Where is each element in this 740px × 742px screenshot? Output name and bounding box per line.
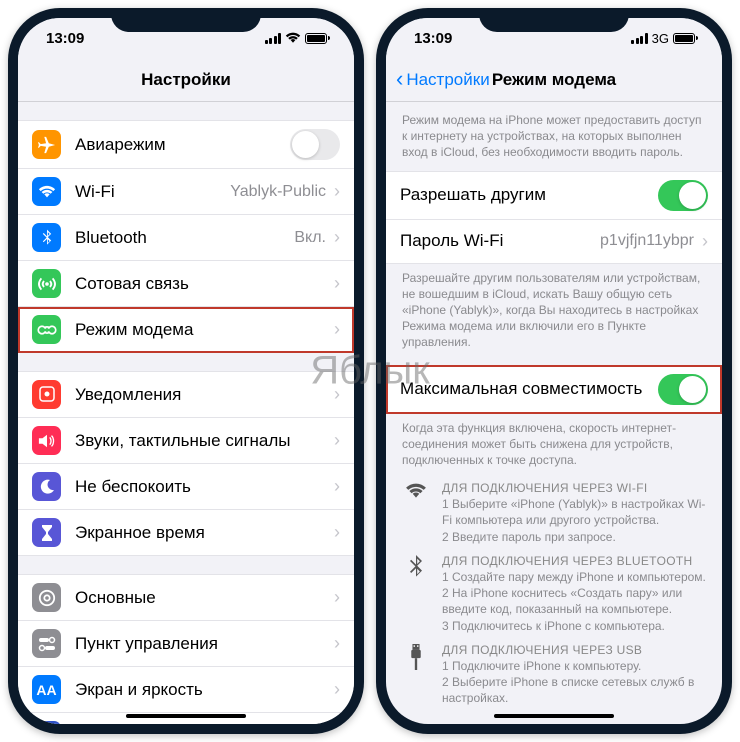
row-label: Пункт управления — [75, 633, 334, 654]
chevron-right-icon: › — [334, 430, 340, 451]
row-detail: Вкл. — [294, 229, 326, 247]
chevron-right-icon: › — [334, 633, 340, 654]
home-indicator[interactable] — [494, 714, 614, 718]
settings-row-speaker[interactable]: Звуки, тактильные сигналы› — [18, 418, 354, 464]
battery-icon — [305, 33, 330, 44]
max-compat-row[interactable]: Максимальная совместимость — [386, 365, 722, 414]
gear-icon — [32, 583, 61, 612]
settings-list[interactable]: АвиарежимWi-FiYablyk-Public›BluetoothВкл… — [18, 102, 354, 724]
page-title: Режим модема — [492, 70, 616, 90]
compat-footer: Когда эта функция включена, скорость инт… — [386, 414, 722, 473]
allow-others-row[interactable]: Разрешать другим — [386, 171, 722, 220]
chevron-right-icon: › — [334, 273, 340, 294]
instruction-wifi: ДЛЯ ПОДКЛЮЧЕНИЯ ЧЕРЕЗ WI-FI 1 Выберите «… — [386, 472, 722, 545]
row-label: Сотовая связь — [75, 273, 334, 294]
row-label: Режим модема — [75, 319, 334, 340]
battery-icon — [673, 33, 698, 44]
settings-row-antenna[interactable]: Сотовая связь› — [18, 261, 354, 307]
row-label: Звуки, тактильные сигналы — [75, 430, 334, 451]
row-detail: Yablyk-Public — [230, 183, 326, 201]
switches-icon — [32, 629, 61, 658]
max-compat-label: Максимальная совместимость — [400, 378, 658, 399]
notch — [479, 8, 629, 32]
wifi-password-row[interactable]: Пароль Wi-Fi p1vjfjn11ybpr › — [386, 220, 722, 264]
settings-row-moon[interactable]: Не беспокоить› — [18, 464, 354, 510]
antenna-icon — [32, 269, 61, 298]
aa-icon: AA — [32, 675, 61, 704]
chevron-right-icon: › — [334, 319, 340, 340]
row-label: Основные — [75, 587, 334, 608]
row-label: Wi-Fi — [75, 181, 230, 202]
airplane-icon — [32, 130, 61, 159]
settings-row-switches[interactable]: Пункт управления› — [18, 621, 354, 667]
settings-row-gear[interactable]: Основные› — [18, 574, 354, 621]
settings-row-aa[interactable]: AA Экран и яркость› — [18, 667, 354, 713]
wifi-password-value: p1vjfjn11ybpr — [600, 232, 694, 250]
chevron-right-icon: › — [334, 476, 340, 497]
allow-footer: Разрешайте другим пользователям или устр… — [386, 264, 722, 355]
signal-icon — [631, 33, 648, 44]
intro-text: Режим модема на iPhone может предоставит… — [386, 106, 722, 165]
back-label: Настройки — [406, 70, 489, 90]
chevron-right-icon: › — [334, 522, 340, 543]
settings-row-hourglass[interactable]: Экранное время› — [18, 510, 354, 556]
chevron-right-icon: › — [334, 384, 340, 405]
settings-row-airplane[interactable]: Авиарежим — [18, 120, 354, 169]
row-label: Экран и яркость — [75, 679, 334, 700]
row-label: Bluetooth — [75, 227, 294, 248]
settings-row-bluetooth[interactable]: BluetoothВкл. › — [18, 215, 354, 261]
wifi-icon — [285, 32, 301, 44]
usb-icon — [402, 642, 430, 707]
settings-row-hotspot[interactable]: Режим модема› — [18, 307, 354, 353]
row-label: Уведомления — [75, 384, 334, 405]
page-title: Настройки — [141, 70, 231, 90]
row-label: Не беспокоить — [75, 476, 334, 497]
hotspot-icon — [32, 315, 61, 344]
chevron-left-icon: ‹ — [396, 68, 403, 90]
wifi-password-label: Пароль Wi-Fi — [400, 230, 600, 251]
navbar: Настройки — [18, 58, 354, 102]
phone-left: 13:09 Настройки Авиарежим Wi-FiYablyk-Pub… — [8, 8, 364, 734]
signal-icon — [265, 33, 282, 44]
instruction-usb: ДЛЯ ПОДКЛЮЧЕНИЯ ЧЕРЕЗ USB 1 Подключите i… — [386, 634, 722, 707]
chevron-right-icon: › — [334, 679, 340, 700]
row-toggle[interactable] — [290, 129, 340, 160]
moon-icon — [32, 472, 61, 501]
wifi-icon — [32, 177, 61, 206]
chevron-right-icon: › — [334, 181, 340, 202]
allow-others-label: Разрешать другим — [400, 184, 658, 205]
wifi-icon — [402, 480, 430, 545]
chevron-right-icon: › — [702, 231, 708, 252]
speaker-icon — [32, 426, 61, 455]
settings-row-bell[interactable]: Уведомления› — [18, 371, 354, 418]
grid-icon — [32, 721, 61, 724]
navbar: ‹ Настройки Режим модема — [386, 58, 722, 102]
back-button[interactable]: ‹ Настройки — [396, 70, 490, 90]
bluetooth-icon — [402, 553, 430, 634]
settings-row-wifi[interactable]: Wi-FiYablyk-Public › — [18, 169, 354, 215]
chevron-right-icon: › — [334, 227, 340, 248]
instruction-bluetooth: ДЛЯ ПОДКЛЮЧЕНИЯ ЧЕРЕЗ BLUETOOTH 1 Создай… — [386, 545, 722, 634]
hourglass-icon — [32, 518, 61, 547]
max-compat-toggle[interactable] — [658, 374, 708, 405]
allow-others-toggle[interactable] — [658, 180, 708, 211]
bell-icon — [32, 380, 61, 409]
status-time: 13:09 — [46, 30, 84, 47]
chevron-right-icon: › — [334, 587, 340, 608]
row-label: Авиарежим — [75, 134, 290, 155]
bluetooth-icon — [32, 223, 61, 252]
row-label: Экранное время — [75, 522, 334, 543]
network-label: 3G — [652, 31, 669, 46]
notch — [111, 8, 261, 32]
phone-right: 13:09 3G ‹ Настройки Режим модема Режим … — [376, 8, 732, 734]
status-time: 13:09 — [414, 30, 452, 47]
home-indicator[interactable] — [126, 714, 246, 718]
